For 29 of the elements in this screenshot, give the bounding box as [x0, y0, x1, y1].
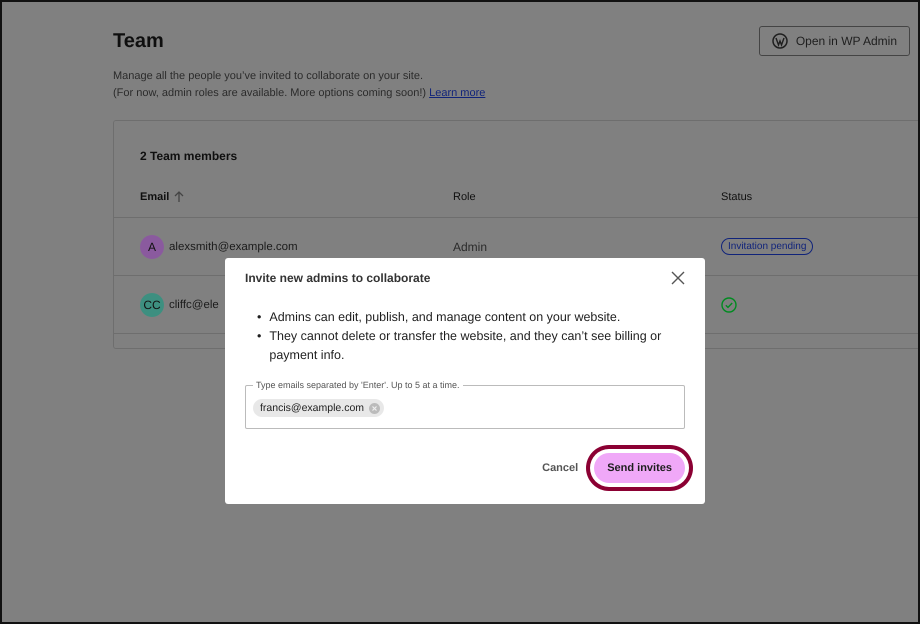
close-icon[interactable]: [671, 271, 685, 285]
member-count: 2 Team members: [139, 148, 238, 165]
member-email: cliffc@ele: [169, 298, 219, 310]
email-input-field[interactable]: Type emails separated by 'Enter'. Up to 5 at a time. francis@example.com: [245, 378, 685, 429]
avatar: CC: [140, 292, 164, 316]
cancel-button[interactable]: Cancel: [532, 454, 588, 482]
column-header[interactable]: Role: [453, 191, 476, 203]
column-header[interactable]: Email: [140, 191, 170, 203]
sort-arrow-icon[interactable]: [174, 191, 184, 203]
status-badge: Invitation pending: [721, 238, 814, 255]
bullet-marker: •: [257, 328, 262, 345]
check-circle-icon: [721, 296, 737, 312]
member-role: Admin: [453, 240, 488, 254]
avatar: A: [140, 234, 164, 258]
info-bullet: Admins can edit, publish, and manage content on your website.: [269, 309, 620, 326]
dialog-title: Invite new admins to collaborate: [245, 271, 430, 285]
chip-email: francis@example.com: [260, 402, 364, 414]
page-description: Manage all the people you’ve invited to collaborate on your site.: [113, 69, 424, 84]
page-note: (For now, admin roles are available. More options coming soon!) Learn more: [113, 86, 486, 101]
open-wp-admin-button[interactable]: Open in WP Admin: [758, 26, 910, 56]
column-header[interactable]: Status: [721, 191, 752, 203]
learn-more-link[interactable]: Learn more: [429, 87, 486, 99]
member-email: alexsmith@example.com: [169, 240, 298, 252]
send-invites-button[interactable]: Send invites: [594, 453, 685, 483]
wordpress-icon: [772, 33, 788, 49]
bullet-marker: •: [257, 309, 262, 326]
info-bullet: They cannot delete or transfer the website, and they can’t see billing or payment info.: [269, 328, 662, 364]
remove-icon[interactable]: [369, 402, 380, 414]
page-title: Team: [113, 30, 164, 52]
